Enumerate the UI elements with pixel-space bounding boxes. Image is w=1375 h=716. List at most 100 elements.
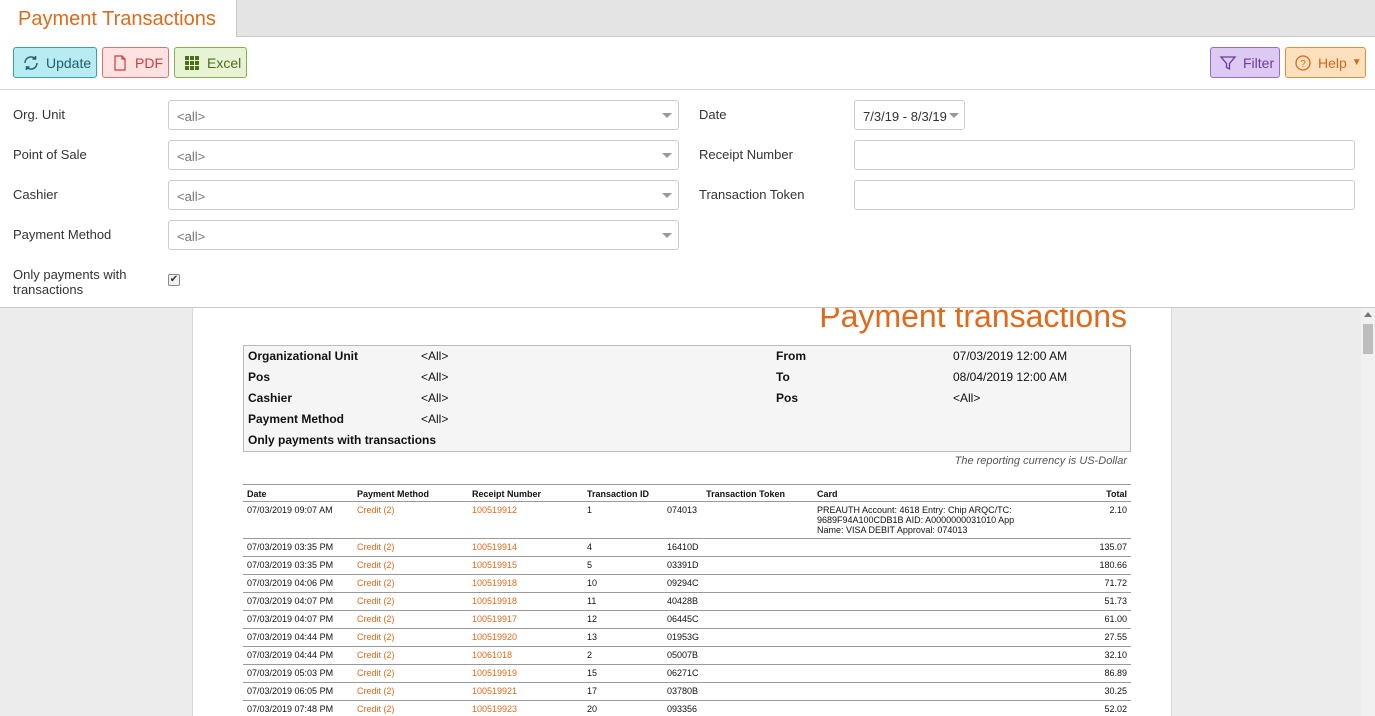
- cell-receipt[interactable]: 100519912: [468, 501, 583, 539]
- report-viewer[interactable]: Payment transactions Organizational Unit…: [0, 308, 1375, 716]
- cell-receipt[interactable]: 100519917: [468, 610, 583, 629]
- date-range-select[interactable]: 7/3/19 - 8/3/19: [854, 100, 965, 130]
- cell-receipt[interactable]: 100519920: [468, 628, 583, 647]
- summary-value: <All>: [953, 391, 981, 405]
- cell-receipt[interactable]: 100519918: [468, 574, 583, 593]
- cell-method[interactable]: Credit (2): [353, 646, 468, 665]
- report-scrollbar[interactable]: [1361, 308, 1375, 716]
- grid-icon: [183, 54, 201, 72]
- cell-total: 27.55: [1043, 628, 1131, 647]
- cell-method[interactable]: Credit (2): [353, 538, 468, 557]
- cell-receipt[interactable]: 100519918: [468, 592, 583, 611]
- funnel-icon: [1219, 54, 1237, 72]
- cell-date: 07/03/2019 07:48 PM: [243, 700, 353, 716]
- pdf-button[interactable]: PDF: [102, 47, 169, 78]
- dropdown-arrow-icon: [662, 193, 672, 198]
- only-payments-checkbox[interactable]: ✔: [168, 274, 180, 286]
- summary-key: Payment Method: [248, 412, 345, 426]
- cell-method[interactable]: Credit (2): [353, 700, 468, 716]
- help-button[interactable]: ? Help ▼: [1285, 47, 1366, 78]
- org-unit-value: <all>: [177, 109, 206, 124]
- tab-title: Payment Transactions: [18, 8, 216, 30]
- scrollbar-thumb[interactable]: [1363, 324, 1373, 354]
- dropdown-arrow-icon: [662, 113, 672, 118]
- org-unit-select[interactable]: <all>: [168, 100, 679, 130]
- receipt-number-input[interactable]: [854, 140, 1355, 170]
- update-button[interactable]: Update: [13, 47, 97, 78]
- cell-date: 07/03/2019 05:03 PM: [243, 664, 353, 683]
- cell-method[interactable]: Credit (2): [353, 592, 468, 611]
- cell-receipt[interactable]: 100519923: [468, 700, 583, 716]
- cell-id: 12: [583, 610, 663, 629]
- file-icon: [111, 54, 129, 72]
- cell-receipt[interactable]: 10061018: [468, 646, 583, 665]
- update-label: Update: [46, 54, 92, 71]
- tab-strip: Payment Transactions: [0, 0, 1375, 38]
- cell-method[interactable]: Credit (2): [353, 574, 468, 593]
- cell-date: 07/03/2019 04:44 PM: [243, 628, 353, 647]
- table-row: 07/03/2019 04:07 PM Credit (2) 100519917 12…: [243, 610, 1131, 629]
- cell-id: 15: [583, 664, 663, 683]
- payment-method-select[interactable]: <all>: [168, 220, 679, 250]
- cell-token: 40428B: [663, 592, 813, 611]
- summary-key: Pos: [248, 370, 271, 384]
- table-row: 07/03/2019 04:44 PM Credit (2) 10061018 2 05…: [243, 646, 1131, 665]
- cell-card: [813, 610, 1043, 629]
- cell-method[interactable]: Credit (2): [353, 556, 468, 575]
- cell-total: 86.89: [1043, 664, 1131, 683]
- table-row: 07/03/2019 04:07 PM Credit (2) 100519918 11…: [243, 592, 1131, 611]
- excel-button[interactable]: Excel: [174, 47, 247, 78]
- cell-id: 17: [583, 682, 663, 701]
- cell-id: 2: [583, 646, 663, 665]
- transactions-table: Date Payment Method Receipt Number Trans…: [243, 484, 1131, 716]
- cell-date: 07/03/2019 03:35 PM: [243, 538, 353, 557]
- summary-value: <All>: [421, 370, 449, 384]
- cell-total: 61.00: [1043, 610, 1131, 629]
- cell-card: [813, 574, 1043, 593]
- cell-method[interactable]: Credit (2): [353, 501, 468, 539]
- cell-card: [813, 538, 1043, 557]
- cell-method[interactable]: Credit (2): [353, 610, 468, 629]
- cell-method[interactable]: Credit (2): [353, 682, 468, 701]
- date-range-value: 7/3/19 - 8/3/19: [863, 109, 947, 124]
- cell-receipt[interactable]: 100519921: [468, 682, 583, 701]
- summary-key: From: [776, 349, 806, 363]
- cell-date: 07/03/2019 04:06 PM: [243, 574, 353, 593]
- caret-down-icon: ▼: [1351, 57, 1362, 68]
- transaction-token-input[interactable]: [854, 180, 1355, 210]
- pos-select[interactable]: <all>: [168, 140, 679, 170]
- payment-method-value: <all>: [177, 229, 206, 244]
- help-label: Help: [1318, 54, 1347, 71]
- summary-value: 07/03/2019 12:00 AM: [953, 349, 1068, 363]
- filter-button[interactable]: Filter: [1210, 47, 1280, 78]
- column-header: Transaction ID: [583, 484, 663, 502]
- cell-method[interactable]: Credit (2): [353, 628, 468, 647]
- only-payments-label: Only payments with transactions: [13, 267, 127, 297]
- cell-receipt[interactable]: 100519915: [468, 556, 583, 575]
- summary-key: Cashier: [248, 391, 293, 405]
- date-label: Date: [699, 107, 727, 122]
- report-page: Payment transactions Organizational Unit…: [192, 308, 1172, 716]
- cell-total: 71.72: [1043, 574, 1131, 593]
- summary-value: <All>: [421, 412, 449, 426]
- dropdown-arrow-icon: [662, 153, 672, 158]
- scroll-up-arrow-icon[interactable]: [1364, 312, 1372, 317]
- table-header-row: Date Payment Method Receipt Number Trans…: [243, 484, 1131, 502]
- table-row: 07/03/2019 03:35 PM Credit (2) 100519914 4 1…: [243, 538, 1131, 557]
- cell-receipt[interactable]: 100519914: [468, 538, 583, 557]
- transaction-token-label: Transaction Token: [699, 187, 805, 202]
- cell-id: 13: [583, 628, 663, 647]
- summary-key: Pos: [776, 391, 799, 405]
- cell-method[interactable]: Credit (2): [353, 664, 468, 683]
- cell-receipt[interactable]: 100519919: [468, 664, 583, 683]
- summary-key: Organizational Unit: [248, 349, 359, 363]
- filter-form: Org. Unit <all> Point of Sale <all> Cash…: [0, 90, 1375, 308]
- refresh-icon: [22, 54, 40, 72]
- cell-token: 093356: [663, 700, 813, 716]
- column-header: Transaction Token: [663, 484, 813, 502]
- table-row: 07/03/2019 04:06 PM Credit (2) 100519918 10…: [243, 574, 1131, 593]
- cashier-select[interactable]: <all>: [168, 180, 679, 210]
- tab-payment-transactions[interactable]: Payment Transactions: [0, 0, 237, 38]
- report-summary: Organizational Unit <All> Pos <All> Cash…: [243, 345, 1131, 452]
- column-header: Date: [243, 484, 353, 502]
